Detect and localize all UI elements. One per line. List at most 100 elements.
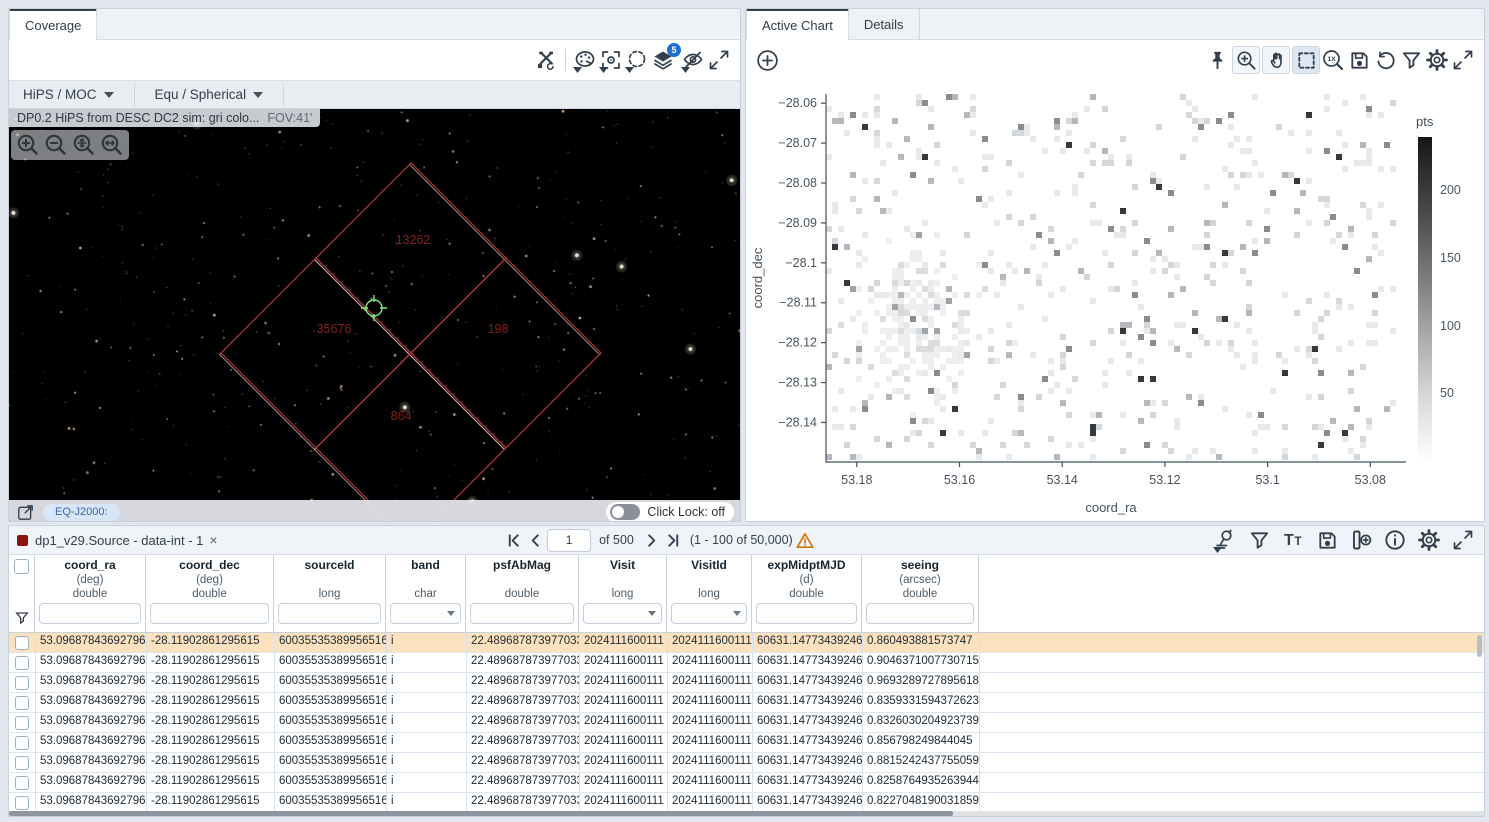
survey-label-bar: DP0.2 HiPS from DESC DC2 sim: gri colo..… <box>9 109 320 127</box>
add-chart-icon[interactable] <box>754 47 780 73</box>
last-page-icon[interactable] <box>664 530 684 550</box>
filter-icon[interactable] <box>1398 47 1424 73</box>
expand-icon[interactable] <box>706 47 732 73</box>
filter-select-Visit[interactable] <box>583 603 662 624</box>
select-rect-icon[interactable] <box>1292 46 1320 74</box>
row-checkbox[interactable] <box>15 716 29 730</box>
text-view-icon[interactable]: TT <box>1280 527 1306 553</box>
table-row[interactable]: 53.09687843692796-28.1190286129561560035… <box>9 773 1484 793</box>
table-row[interactable]: 53.09687843692796-28.1190286129561560035… <box>9 673 1484 693</box>
table-row[interactable]: 53.09687843692796-28.1190286129561560035… <box>9 693 1484 713</box>
row-checkbox[interactable] <box>15 636 29 650</box>
cell-expMidptMJD: 60631.14773439246 <box>753 733 863 752</box>
color-palette-icon[interactable] <box>572 47 598 73</box>
footprint-outline[interactable] <box>411 258 601 448</box>
footprint-outline[interactable] <box>316 353 506 522</box>
cell-Visit: 2024111600111 <box>580 653 668 672</box>
next-page-icon[interactable] <box>642 530 662 550</box>
hips-moc-dropdown[interactable]: HiPS / MOC <box>9 81 128 108</box>
layers-icon[interactable]: 5 <box>650 47 676 73</box>
filter-input-coord_dec[interactable] <box>150 603 269 624</box>
info-icon[interactable] <box>1382 527 1408 553</box>
filter-select-VisitId[interactable] <box>671 603 747 624</box>
add-column-icon[interactable] <box>1348 527 1374 553</box>
column-header-band[interactable]: bandchar <box>386 555 466 632</box>
inspect-icon[interactable] <box>1212 527 1238 553</box>
column-header-seeing[interactable]: seeing(arcsec)double <box>862 555 979 632</box>
filter-icon[interactable] <box>1246 527 1272 553</box>
coord-readout: EQ-J2000: <box>43 504 120 521</box>
projection-dropdown[interactable]: Equ / Spherical <box>141 81 278 108</box>
vertical-scrollbar[interactable] <box>1477 635 1482 657</box>
row-checkbox[interactable] <box>15 676 29 690</box>
y-tick-label: −28.11 <box>779 296 817 310</box>
column-header-Visit[interactable]: Visitlong <box>579 555 667 632</box>
cell-sourceId: 600355353899565160 <box>275 713 387 732</box>
cell-sourceId: 600355353899565160 <box>275 633 387 652</box>
column-header-sourceId[interactable]: sourceIdlong <box>274 555 386 632</box>
open-external-icon[interactable] <box>15 502 35 522</box>
cell-coord_ra: 53.09687843692796 <box>36 713 147 732</box>
first-page-icon[interactable] <box>503 530 523 550</box>
row-checkbox[interactable] <box>15 656 29 670</box>
settings-icon[interactable] <box>1424 47 1450 73</box>
pan-icon[interactable] <box>1262 46 1290 74</box>
expand-icon[interactable] <box>1450 527 1476 553</box>
table-row[interactable]: 53.09687843692796-28.1190286129561560035… <box>9 753 1484 773</box>
warning-icon[interactable] <box>795 530 815 550</box>
table-row[interactable]: 53.09687843692796-28.1190286129561560035… <box>9 793 1484 813</box>
filter-input-sourceId[interactable] <box>278 603 381 624</box>
tab-active-chart[interactable]: Active Chart <box>746 9 849 40</box>
filter-input-coord_ra[interactable] <box>39 603 141 624</box>
zoom-out-icon[interactable] <box>43 132 69 158</box>
table-row[interactable]: 53.09687843692796-28.1190286129561560035… <box>9 633 1484 653</box>
column-header-VisitId[interactable]: VisitIdlong <box>667 555 752 632</box>
filter-input-psfAbMag[interactable] <box>470 603 574 624</box>
prev-page-icon[interactable] <box>525 530 545 550</box>
sky-image-viewer[interactable]: 1326235676198864 DP0.2 HiPS from DESC DC… <box>9 109 740 522</box>
table-row[interactable]: 53.09687843692796-28.1190286129561560035… <box>9 713 1484 733</box>
hide-overlays-icon[interactable] <box>680 47 706 73</box>
lasso-select-icon[interactable] <box>624 47 650 73</box>
horizontal-scrollbar[interactable] <box>9 811 1484 816</box>
zoom-fit-icon[interactable] <box>71 132 97 158</box>
column-header-expMidptMJD[interactable]: expMidptMJD(d)double <box>752 555 862 632</box>
row-checkbox[interactable] <box>15 776 29 790</box>
zoom-in-icon[interactable] <box>1232 46 1260 74</box>
select-all-checkbox[interactable] <box>14 559 29 574</box>
column-header-coord_dec[interactable]: coord_dec(deg)double <box>146 555 274 632</box>
column-header-coord_ra[interactable]: coord_ra(deg)double <box>35 555 146 632</box>
close-icon[interactable]: × <box>209 532 217 548</box>
settings-icon[interactable] <box>1416 527 1442 553</box>
expand-icon[interactable] <box>1450 47 1476 73</box>
footprint-outline[interactable] <box>221 258 411 448</box>
zoom-fill-icon[interactable] <box>99 132 125 158</box>
filter-select-band[interactable] <box>390 603 461 624</box>
page-number-input[interactable] <box>547 529 591 552</box>
save-icon[interactable] <box>1314 527 1340 553</box>
recenter-icon[interactable] <box>598 47 624 73</box>
tab-details[interactable]: Details <box>849 9 920 39</box>
zoom-in-icon[interactable] <box>15 132 41 158</box>
tools-icon[interactable] <box>533 47 559 73</box>
zoom-original-icon[interactable]: 1X <box>1320 47 1346 73</box>
row-checkbox[interactable] <box>15 756 29 770</box>
click-lock-toggle[interactable] <box>610 504 640 520</box>
column-header-psfAbMag[interactable]: psfAbMagdouble <box>466 555 579 632</box>
heatmap-plot[interactable]: 53.1853.1653.1453.1253.153.08−28.06−28.0… <box>746 80 1406 520</box>
fov-label: FOV:41' <box>267 111 312 125</box>
restore-icon[interactable] <box>1372 47 1398 73</box>
row-checkbox[interactable] <box>15 736 29 750</box>
row-checkbox[interactable] <box>15 796 29 810</box>
tab-coverage[interactable]: Coverage <box>9 9 97 40</box>
table-panel: dp1_v29.Source - data-int - 1 × of 500 (… <box>8 525 1485 817</box>
filter-row-icon[interactable] <box>14 610 30 626</box>
table-row[interactable]: 53.09687843692796-28.1190286129561560035… <box>9 653 1484 673</box>
row-checkbox[interactable] <box>15 696 29 710</box>
cell-seeing: 0.8359331594372623 <box>863 693 980 712</box>
pin-icon[interactable] <box>1204 47 1230 73</box>
filter-input-expMidptMJD[interactable] <box>756 603 857 624</box>
filter-input-seeing[interactable] <box>866 603 974 624</box>
save-icon[interactable] <box>1346 47 1372 73</box>
table-row[interactable]: 53.09687843692796-28.1190286129561560035… <box>9 733 1484 753</box>
